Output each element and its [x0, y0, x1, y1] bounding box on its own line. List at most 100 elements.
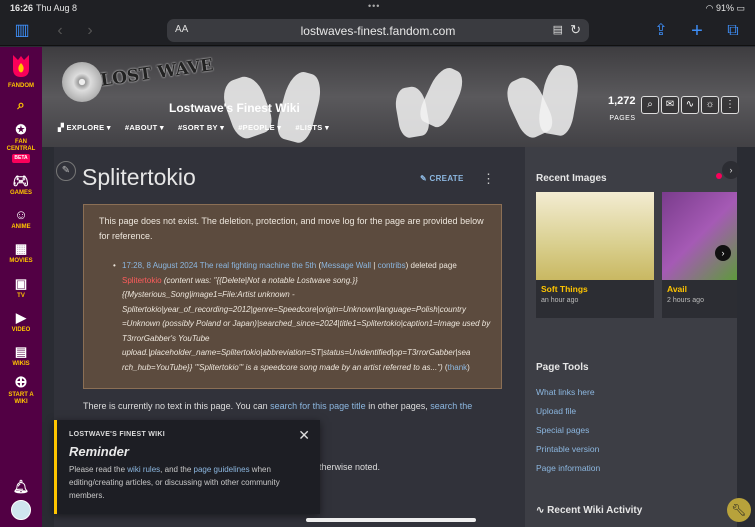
tool-special-pages[interactable]: Special pages — [536, 421, 600, 440]
nav-games-label: GAMES — [9, 190, 32, 196]
forward-icon[interactable]: › — [80, 21, 100, 41]
tab-people[interactable]: #PEOPLE ▾ — [238, 123, 281, 132]
page-title: Splitertokio — [82, 164, 196, 190]
activity-icon[interactable]: ∿ — [681, 96, 699, 114]
image-thumbnail — [662, 192, 737, 280]
tab-sort-by[interactable]: #SORT BY ▾ — [178, 123, 224, 132]
sidebar-toggle-icon[interactable]: ▥ — [12, 21, 32, 41]
video-icon: ▶ — [16, 310, 26, 325]
pencil-icon: ✎ — [420, 174, 430, 183]
status-time: 16:26 — [10, 3, 34, 13]
nav-fan-central[interactable]: ✪ FAN CENTRAL BETA — [0, 122, 42, 163]
tool-page-information[interactable]: Page information — [536, 459, 600, 478]
tab-lists[interactable]: #LISTS ▾ — [295, 123, 329, 132]
nav-movies[interactable]: ▦ MOVIES — [0, 241, 42, 265]
license-text: therwise noted. — [319, 462, 381, 472]
theme-toggle-icon[interactable]: ☼ — [701, 96, 719, 114]
tab-explore[interactable]: ▞ EXPLORE ▾ — [58, 123, 111, 132]
rail-collapse-icon[interactable]: › — [722, 161, 740, 179]
search-logs-link[interactable]: search the — [430, 401, 472, 411]
nav-video[interactable]: ▶ VIDEO — [0, 310, 42, 334]
url-text[interactable]: lostwaves-finest.fandom.com — [167, 24, 589, 38]
tab-about-label: #ABOUT — [124, 123, 158, 132]
wiki-name[interactable]: Lostwave's Finest Wiki — [169, 101, 300, 115]
log-user-link[interactable]: The real fighting machine the 5th — [200, 261, 317, 270]
deleted-page-link[interactable]: Splitertokio — [122, 276, 162, 285]
wiki-logo-disc[interactable] — [62, 62, 102, 102]
global-search-icon[interactable]: ⌕ — [0, 97, 42, 114]
back-icon[interactable]: ‹ — [50, 21, 70, 41]
thank-link[interactable]: thank — [448, 363, 468, 372]
deletion-log-notice: This page does not exist. The deletion, … — [83, 204, 502, 389]
log-content: (content was: "{{Delete|Not a notable Lo… — [122, 275, 491, 372]
log-time-link[interactable]: 17:28, 8 August 2024 — [122, 261, 198, 270]
nav-start-a-wiki-label: START A WIKI — [8, 392, 34, 405]
tool-what-links-here[interactable]: What links here — [536, 383, 600, 402]
new-tab-icon[interactable]: + — [687, 21, 707, 41]
fandom-brand[interactable]: FANDOM — [0, 83, 42, 90]
reminder-wiki-label: LOSTWAVE'S FINEST WIKI — [69, 431, 166, 438]
recent-activity-heading: ∿ Recent Wiki Activity — [536, 505, 642, 516]
close-icon[interactable]: ✕ — [298, 427, 310, 444]
reminder-title: Reminder — [69, 444, 129, 459]
image-caption[interactable]: Soft Things — [541, 284, 588, 294]
wiki-rules-link[interactable]: wiki rules — [127, 465, 160, 474]
wiki-logo-text: LOST WAVE — [99, 55, 215, 91]
page-guidelines-link[interactable]: page guidelines — [194, 465, 250, 474]
more-icon[interactable]: ⋮ — [721, 96, 739, 114]
plus-circle-icon: ⊕ — [14, 374, 28, 391]
log-entry: 17:28, 8 August 2024 The real fighting m… — [113, 259, 492, 375]
reload-icon[interactable]: ↻ — [570, 22, 581, 38]
search-icon[interactable]: ⌕ — [641, 96, 659, 114]
wifi-icon: ◠ — [705, 3, 714, 13]
search-title-link[interactable]: search for this page title — [270, 401, 366, 411]
tab-about[interactable]: #ABOUT ▾ — [125, 123, 164, 132]
carousel-next-icon[interactable]: › — [715, 245, 731, 261]
nav-wikis-label: WIKIS — [12, 361, 30, 367]
page-actions-icon[interactable]: ⋮ — [482, 171, 495, 187]
nav-tv[interactable]: ▣ TV — [0, 276, 42, 300]
fandom-logo-icon[interactable] — [10, 53, 32, 79]
edit-icon[interactable]: ✎ — [56, 161, 76, 181]
contribs-link[interactable]: contribs — [378, 261, 406, 270]
battery-icon: ▭ — [736, 3, 745, 13]
nav-movies-label: MOVIES — [9, 258, 33, 264]
right-rail: Recent Images Soft Things an hour ago Av… — [525, 147, 737, 527]
image-caption[interactable]: Avail — [667, 284, 687, 294]
fandom-global-nav: FANDOM ⌕ ✪ FAN CENTRAL BETA 🎮︎ GAMES ☺ A… — [0, 47, 42, 527]
status-right: ◠ 91% ▭ — [706, 3, 745, 14]
nav-video-label: VIDEO — [11, 327, 31, 333]
battery-percent: 91% — [715, 3, 734, 13]
tool-printable-version[interactable]: Printable version — [536, 440, 600, 459]
nav-start-a-wiki[interactable]: ⊕ START A WIKI — [0, 375, 42, 406]
reader-icon[interactable]: ▤ — [553, 23, 563, 36]
community-header: LOST WAVE Lostwave's Finest Wiki ▞ EXPLO… — [42, 47, 755, 147]
nav-wikis[interactable]: ▤ WIKIS — [0, 344, 42, 368]
recent-activity-title: Recent Wiki Activity — [547, 505, 643, 516]
home-indicator[interactable] — [306, 518, 476, 522]
nav-fan-central-label: FAN CENTRAL — [6, 139, 36, 152]
multitask-dots[interactable]: ••• — [368, 1, 380, 11]
tab-people-label: #PEOPLE — [238, 123, 275, 132]
nav-games[interactable]: 🎮︎ GAMES — [0, 173, 42, 197]
notifications-icon[interactable]: 🔔︎ — [0, 479, 42, 496]
tabs-overview-icon[interactable]: ⧉ — [723, 21, 743, 41]
rail-edge — [737, 147, 755, 527]
avatar[interactable] — [11, 500, 31, 520]
create-button[interactable]: ✎ CREATE — [420, 174, 464, 183]
wrench-icon[interactable]: 🔧︎ — [727, 498, 751, 522]
tv-icon: ▣ — [14, 276, 28, 291]
tool-upload-file[interactable]: Upload file — [536, 402, 600, 421]
reminder-p2: , and the — [160, 465, 194, 474]
no-text-message: There is currently no text in this page.… — [83, 398, 503, 414]
tab-explore-label: EXPLORE — [66, 123, 105, 132]
recent-image-card[interactable]: Soft Things an hour ago — [536, 192, 654, 318]
discussions-icon[interactable]: ✉ — [661, 96, 679, 114]
fan-central-icon: ✪ — [15, 122, 27, 137]
address-bar[interactable]: AA lostwaves-finest.fandom.com ▤ ↻ — [167, 19, 589, 42]
nav-anime[interactable]: ☺ ANIME — [0, 207, 42, 231]
message-wall-link[interactable]: Message Wall — [321, 261, 371, 270]
share-icon[interactable]: ⇪ — [651, 21, 671, 41]
page-count: 1,272 PAGES — [608, 95, 636, 125]
activity-icon: ∿ — [536, 505, 548, 516]
